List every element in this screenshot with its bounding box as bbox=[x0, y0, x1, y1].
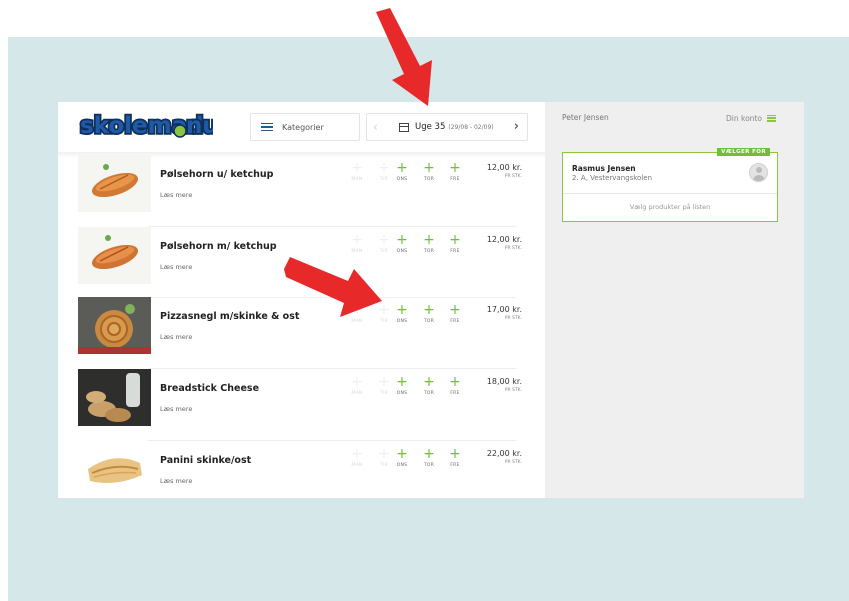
avatar-icon bbox=[749, 163, 768, 182]
category-button[interactable]: Kategorier bbox=[250, 113, 360, 141]
child-school: 2. A, Vestervangskolen bbox=[572, 174, 653, 182]
day-tor[interactable]: + TOR bbox=[416, 375, 442, 396]
day-ons[interactable]: + ONS bbox=[389, 161, 415, 182]
add-icon[interactable]: + bbox=[416, 161, 442, 175]
previous-week-button[interactable]: ‹ bbox=[373, 120, 378, 134]
add-icon: + bbox=[351, 446, 363, 462]
product-image bbox=[78, 297, 151, 354]
read-more-link[interactable]: Læs mere bbox=[160, 477, 192, 485]
add-icon[interactable]: + bbox=[442, 303, 468, 317]
status-badge: VÆLGER FOR bbox=[717, 148, 770, 156]
add-icon[interactable]: + bbox=[416, 375, 442, 389]
product-row: Pølsehorn u/ ketchup Læs mere + MAN + TIR … bbox=[78, 155, 536, 225]
account-menu[interactable]: Din konto bbox=[726, 113, 776, 123]
day-man: + MAN bbox=[344, 233, 370, 254]
read-more-link[interactable]: Læs mere bbox=[160, 333, 192, 341]
read-more-link[interactable]: Læs mere bbox=[160, 263, 192, 271]
add-icon[interactable]: + bbox=[442, 233, 468, 247]
calendar-icon bbox=[399, 123, 409, 132]
add-icon[interactable]: + bbox=[389, 447, 415, 461]
add-icon[interactable]: + bbox=[389, 375, 415, 389]
day-ons[interactable]: + ONS bbox=[389, 447, 415, 468]
add-icon[interactable]: + bbox=[442, 161, 468, 175]
price: 18,00 kr. PR STK. bbox=[486, 377, 522, 393]
add-icon: + bbox=[351, 302, 363, 318]
product-name[interactable]: Pølsehorn m/ ketchup bbox=[160, 241, 277, 252]
add-icon[interactable]: + bbox=[416, 233, 442, 247]
day-fre[interactable]: + FRE bbox=[442, 303, 468, 324]
price: 12,00 kr. PR STK. bbox=[486, 235, 522, 251]
add-icon[interactable]: + bbox=[416, 303, 442, 317]
product-name[interactable]: Breadstick Cheese bbox=[160, 383, 259, 394]
add-icon[interactable]: + bbox=[416, 447, 442, 461]
day-tor[interactable]: + TOR bbox=[416, 447, 442, 468]
card-divider bbox=[563, 193, 777, 194]
logo[interactable]: skolemad nu bbox=[78, 109, 213, 141]
app-panel: skolemad nu Kategorier ‹ Uge 35 (29/08 - … bbox=[58, 102, 804, 498]
day-fre[interactable]: + FRE bbox=[442, 447, 468, 468]
svg-text:nu: nu bbox=[186, 113, 213, 139]
price: 12,00 kr. PR STK. bbox=[486, 163, 522, 179]
day-ons[interactable]: + ONS bbox=[389, 303, 415, 324]
product-image bbox=[78, 369, 151, 426]
read-more-link[interactable]: Læs mere bbox=[160, 191, 192, 199]
add-icon[interactable]: + bbox=[442, 375, 468, 389]
add-icon[interactable]: + bbox=[389, 233, 415, 247]
account-label: Din konto bbox=[726, 113, 762, 123]
read-more-link[interactable]: Læs mere bbox=[160, 405, 192, 413]
day-fre[interactable]: + FRE bbox=[442, 161, 468, 182]
product-row: Pølsehorn m/ ketchup Læs mere + MAN + TIR … bbox=[78, 227, 536, 297]
day-fre[interactable]: + FRE bbox=[442, 233, 468, 254]
week-label: Uge 35 (29/08 - 02/09) bbox=[415, 122, 494, 132]
day-man: + MAN bbox=[344, 303, 370, 324]
category-label: Kategorier bbox=[282, 122, 324, 132]
add-icon: + bbox=[351, 232, 363, 248]
child-name: Rasmus Jensen bbox=[572, 164, 636, 173]
day-tor[interactable]: + TOR bbox=[416, 303, 442, 324]
user-name: Peter Jensen bbox=[562, 113, 609, 122]
week-selector: ‹ Uge 35 (29/08 - 02/09) › bbox=[366, 113, 528, 141]
product-name[interactable]: Pølsehorn u/ ketchup bbox=[160, 169, 273, 180]
day-ons[interactable]: + ONS bbox=[389, 375, 415, 396]
menu-icon bbox=[261, 121, 273, 134]
product-image bbox=[78, 227, 151, 284]
product-row: Pizzasnegl m/skinke & ost Læs mere + MAN … bbox=[78, 297, 536, 367]
order-sidebar: Peter Jensen Din konto VÆLGER FOR Rasmus… bbox=[545, 102, 804, 498]
add-icon[interactable]: + bbox=[389, 161, 415, 175]
day-man: + MAN bbox=[344, 375, 370, 396]
product-row: Panini skinke/ost Læs mere + MAN + TIR + ON… bbox=[78, 441, 536, 498]
product-row: Breadstick Cheese Læs mere + MAN + TIR + ON… bbox=[78, 369, 536, 439]
logo-image: skolemad nu bbox=[78, 111, 213, 141]
add-icon: + bbox=[351, 374, 363, 390]
price: 17,00 kr. PR STK. bbox=[486, 305, 522, 321]
product-name[interactable]: Pizzasnegl m/skinke & ost bbox=[160, 311, 299, 322]
week-range: (29/08 - 02/09) bbox=[448, 124, 494, 131]
add-icon: + bbox=[351, 160, 363, 176]
day-fre[interactable]: + FRE bbox=[442, 375, 468, 396]
next-week-button[interactable]: › bbox=[514, 119, 519, 134]
add-icon[interactable]: + bbox=[389, 303, 415, 317]
child-card[interactable]: VÆLGER FOR Rasmus Jensen 2. A, Vestervan… bbox=[562, 148, 778, 222]
day-man: + MAN bbox=[344, 161, 370, 182]
day-tor[interactable]: + TOR bbox=[416, 233, 442, 254]
day-man: + MAN bbox=[344, 447, 370, 468]
product-image bbox=[78, 441, 151, 498]
add-icon[interactable]: + bbox=[442, 447, 468, 461]
product-name[interactable]: Panini skinke/ost bbox=[160, 455, 251, 466]
menu-icon bbox=[766, 113, 776, 123]
day-ons[interactable]: + ONS bbox=[389, 233, 415, 254]
product-image bbox=[78, 155, 151, 212]
day-tor[interactable]: + TOR bbox=[416, 161, 442, 182]
price: 22,00 kr. PR STK. bbox=[486, 449, 522, 465]
product-list-area: skolemad nu Kategorier ‹ Uge 35 (29/08 - … bbox=[58, 102, 545, 498]
card-hint: Vælg produkter på listen bbox=[629, 203, 711, 211]
